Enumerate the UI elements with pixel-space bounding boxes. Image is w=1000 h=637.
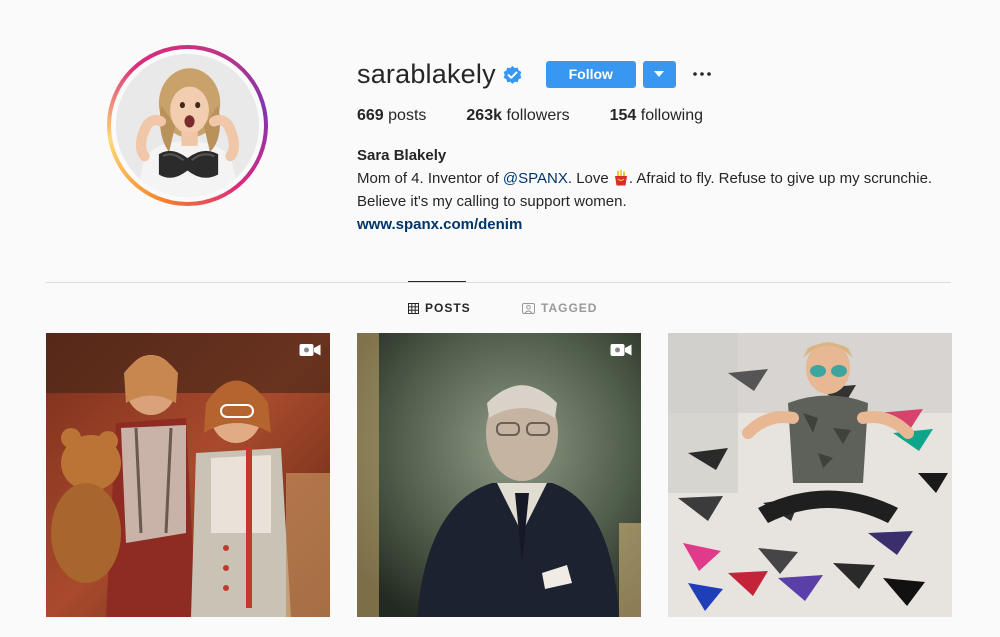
- profile-stats: 669 posts 263k followers 154 following: [357, 107, 977, 125]
- following-count: 154: [609, 107, 637, 124]
- bio-line-2: Believe it's my calling to support women…: [357, 193, 627, 210]
- more-options-button[interactable]: [690, 62, 714, 86]
- following-label: following: [640, 107, 704, 124]
- verified-badge-icon: [503, 66, 522, 84]
- bio-text-3: . Afraid to fly. Refuse to give up my sc…: [628, 170, 933, 187]
- posts-count: 669: [357, 107, 384, 124]
- ellipsis-icon: [692, 72, 711, 76]
- avatar-image: [116, 54, 259, 197]
- video-icon: [610, 344, 632, 356]
- followers-stat[interactable]: 263k followers: [466, 107, 569, 125]
- tabs-divider: [46, 282, 951, 283]
- grid-icon: [408, 302, 419, 314]
- post-image: [357, 333, 641, 617]
- posts-stat: 669 posts: [357, 107, 426, 125]
- suggestions-dropdown-button[interactable]: [642, 60, 676, 88]
- title-row: sarablakely Follow: [357, 55, 977, 93]
- avatar[interactable]: [116, 54, 259, 197]
- tab-tagged[interactable]: TAGGED: [522, 301, 597, 315]
- bio-line-1: Mom of 4. Inventor of @SPANX. Love . Afr…: [357, 167, 977, 190]
- fries-emoji-icon: [614, 170, 627, 186]
- profile-info: sarablakely Follow 669 posts 263k follow…: [357, 55, 977, 236]
- bio: Sara Blakely Mom of 4. Inventor of @SPAN…: [357, 144, 977, 236]
- username: sarablakely: [357, 58, 496, 89]
- caret-down-icon: [654, 71, 665, 77]
- post-image: [668, 333, 952, 617]
- story-ring[interactable]: [107, 45, 268, 206]
- post-image: [46, 333, 330, 617]
- mention-link[interactable]: @SPANX: [503, 170, 568, 187]
- website-link[interactable]: www.spanx.com/denim: [357, 216, 522, 233]
- active-tab-indicator: [408, 281, 466, 282]
- tagged-icon: [522, 302, 535, 314]
- bio-text-1: Mom of 4. Inventor of: [357, 170, 503, 187]
- bio-text-2: . Love: [567, 170, 613, 187]
- tab-tagged-label: TAGGED: [541, 301, 598, 315]
- follow-button[interactable]: Follow: [545, 60, 636, 88]
- post-tile[interactable]: [357, 333, 641, 617]
- posts-label: posts: [388, 107, 427, 124]
- tab-posts[interactable]: POSTS: [408, 301, 471, 315]
- following-stat[interactable]: 154 following: [610, 107, 703, 125]
- full-name: Sara Blakely: [357, 147, 447, 164]
- tab-posts-label: POSTS: [425, 301, 471, 315]
- video-icon: [299, 344, 321, 356]
- post-tile[interactable]: [46, 333, 330, 617]
- followers-count: 263k: [466, 107, 502, 124]
- profile-page: sarablakely Follow 669 posts 263k follow…: [0, 0, 1000, 637]
- followers-label: followers: [506, 107, 570, 124]
- post-tile[interactable]: [668, 333, 952, 617]
